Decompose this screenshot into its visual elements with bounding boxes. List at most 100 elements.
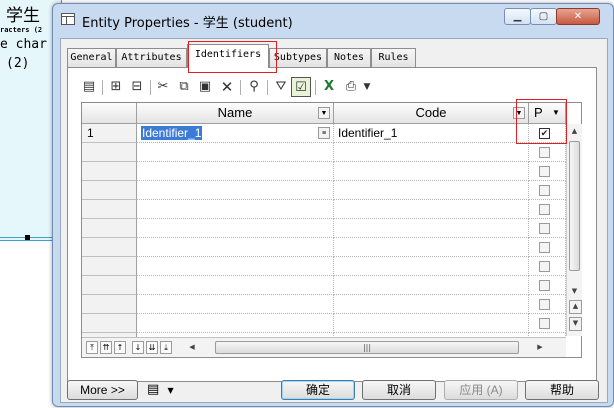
table-row[interactable] bbox=[82, 181, 566, 200]
code-cell[interactable] bbox=[334, 181, 529, 200]
name-cell[interactable] bbox=[137, 200, 334, 219]
primary-checkbox[interactable]: ✔ bbox=[539, 128, 550, 139]
primary-cell[interactable] bbox=[529, 257, 566, 276]
primary-cell[interactable] bbox=[529, 181, 566, 200]
row-number[interactable] bbox=[82, 295, 137, 314]
tab-attributes[interactable]: Attributes bbox=[116, 48, 187, 67]
code-cell[interactable] bbox=[334, 162, 529, 181]
primary-checkbox[interactable] bbox=[539, 299, 550, 310]
page-down-icon[interactable]: ▼ bbox=[569, 317, 582, 331]
scroll-right-icon[interactable]: ▶ bbox=[534, 341, 546, 354]
primary-cell[interactable] bbox=[529, 219, 566, 238]
table-row[interactable] bbox=[82, 162, 566, 181]
code-cell[interactable]: Identifier_1 bbox=[334, 124, 529, 143]
print-icon[interactable]: ⎙ bbox=[341, 77, 361, 97]
tab-rules[interactable]: Rules bbox=[371, 48, 416, 67]
name-cell[interactable] bbox=[137, 295, 334, 314]
code-cell[interactable] bbox=[334, 238, 529, 257]
find-icon[interactable]: ⚲ bbox=[244, 77, 264, 97]
name-value[interactable]: Identifier_1 bbox=[141, 126, 203, 140]
tab-notes[interactable]: Notes bbox=[327, 48, 371, 67]
menu-dropdown[interactable]: ▤ ▼ bbox=[147, 379, 181, 401]
selection-handle[interactable] bbox=[25, 235, 30, 240]
delete-icon[interactable]: ✕ bbox=[217, 77, 237, 97]
primary-checkbox[interactable] bbox=[539, 204, 550, 215]
table-row[interactable] bbox=[82, 143, 566, 162]
row-number[interactable] bbox=[82, 162, 137, 181]
name-cell[interactable] bbox=[137, 143, 334, 162]
code-cell[interactable] bbox=[334, 295, 529, 314]
tab-general[interactable]: General bbox=[67, 48, 116, 67]
name-cell[interactable] bbox=[137, 314, 334, 333]
table-row[interactable] bbox=[82, 276, 566, 295]
primary-cell[interactable] bbox=[529, 162, 566, 181]
column-header-name[interactable]: Name ▼ bbox=[137, 103, 334, 124]
code-cell[interactable] bbox=[334, 257, 529, 276]
column-dropdown-icon[interactable]: ▼ bbox=[318, 107, 330, 119]
maximize-button[interactable]: ▢ bbox=[530, 8, 557, 25]
table-row[interactable] bbox=[82, 200, 566, 219]
add-row-icon[interactable]: ⊟ bbox=[127, 77, 147, 97]
excel-export-icon[interactable]: X bbox=[319, 77, 339, 97]
insert-row-icon[interactable]: ⊞ bbox=[106, 77, 126, 97]
name-cell[interactable] bbox=[137, 276, 334, 295]
table-row[interactable] bbox=[82, 295, 566, 314]
name-cell[interactable] bbox=[137, 257, 334, 276]
down-icon[interactable]: ↓ bbox=[132, 341, 144, 354]
scroll-down-icon[interactable]: ▼ bbox=[567, 284, 582, 298]
row-number[interactable] bbox=[82, 314, 137, 333]
last-icon[interactable]: ⤓ bbox=[160, 341, 172, 354]
properties-icon[interactable]: ▤ bbox=[79, 77, 99, 97]
primary-cell[interactable] bbox=[529, 143, 566, 162]
primary-cell[interactable] bbox=[529, 295, 566, 314]
row-number[interactable] bbox=[82, 257, 137, 276]
code-cell[interactable] bbox=[334, 143, 529, 162]
cut-icon[interactable]: ✂ bbox=[153, 77, 173, 97]
row-number[interactable] bbox=[82, 143, 137, 162]
page-up-icon[interactable]: ⇈ bbox=[100, 341, 112, 354]
first-icon[interactable]: ⤒ bbox=[86, 341, 98, 354]
primary-checkbox[interactable] bbox=[539, 242, 550, 253]
ok-button[interactable]: 确定 bbox=[281, 380, 355, 400]
cancel-button[interactable]: 取消 bbox=[362, 380, 436, 400]
customize-columns-icon[interactable]: ☑ bbox=[291, 77, 311, 97]
table-row[interactable] bbox=[82, 219, 566, 238]
primary-checkbox[interactable] bbox=[539, 147, 550, 158]
column-header-primary[interactable]: P ▼ bbox=[529, 103, 566, 124]
primary-cell[interactable] bbox=[529, 314, 566, 333]
row-number[interactable]: 1 bbox=[82, 124, 137, 143]
minimize-button[interactable]: ▁ bbox=[504, 8, 531, 25]
page-down-icon[interactable]: ⇊ bbox=[146, 341, 158, 354]
row-number[interactable] bbox=[82, 276, 137, 295]
page-up-icon[interactable]: ▲ bbox=[569, 300, 582, 314]
ellipsis-icon[interactable]: ≡ bbox=[318, 127, 330, 139]
code-cell[interactable] bbox=[334, 200, 529, 219]
primary-checkbox[interactable] bbox=[539, 166, 550, 177]
title-bar[interactable]: Entity Properties - 学生 (student) ▁ ▢ ✕ bbox=[53, 4, 613, 36]
tab-identifiers[interactable]: Identifiers bbox=[187, 44, 269, 68]
table-row[interactable] bbox=[82, 257, 566, 276]
scroll-left-icon[interactable]: ◀ bbox=[186, 341, 198, 354]
row-number[interactable] bbox=[82, 200, 137, 219]
scroll-thumb[interactable] bbox=[569, 141, 580, 271]
primary-checkbox[interactable] bbox=[539, 185, 550, 196]
name-cell[interactable]: Identifier_1 ≡ bbox=[137, 124, 334, 143]
row-number[interactable] bbox=[82, 219, 137, 238]
primary-checkbox[interactable] bbox=[539, 261, 550, 272]
name-cell[interactable] bbox=[137, 238, 334, 257]
primary-cell[interactable] bbox=[529, 276, 566, 295]
table-row[interactable]: 1 Identifier_1 ≡ Identifier_1 ✔ bbox=[82, 124, 566, 143]
column-dropdown-icon[interactable]: ▼ bbox=[550, 107, 562, 119]
column-dropdown-icon[interactable]: ▼ bbox=[513, 107, 525, 119]
column-header-code[interactable]: Code ▼ bbox=[334, 103, 529, 124]
scroll-up-icon[interactable]: ▲ bbox=[567, 124, 582, 138]
up-icon[interactable]: ↑ bbox=[114, 341, 126, 354]
primary-cell[interactable]: ✔ bbox=[529, 124, 566, 143]
horizontal-scroll-thumb[interactable]: ||| bbox=[215, 341, 519, 354]
primary-cell[interactable] bbox=[529, 200, 566, 219]
more-button[interactable]: More >> bbox=[67, 380, 138, 400]
dropdown-arrow-icon[interactable]: ▼ bbox=[361, 77, 373, 97]
primary-checkbox[interactable] bbox=[539, 280, 550, 291]
code-cell[interactable] bbox=[334, 314, 529, 333]
row-header-corner[interactable] bbox=[82, 103, 137, 124]
